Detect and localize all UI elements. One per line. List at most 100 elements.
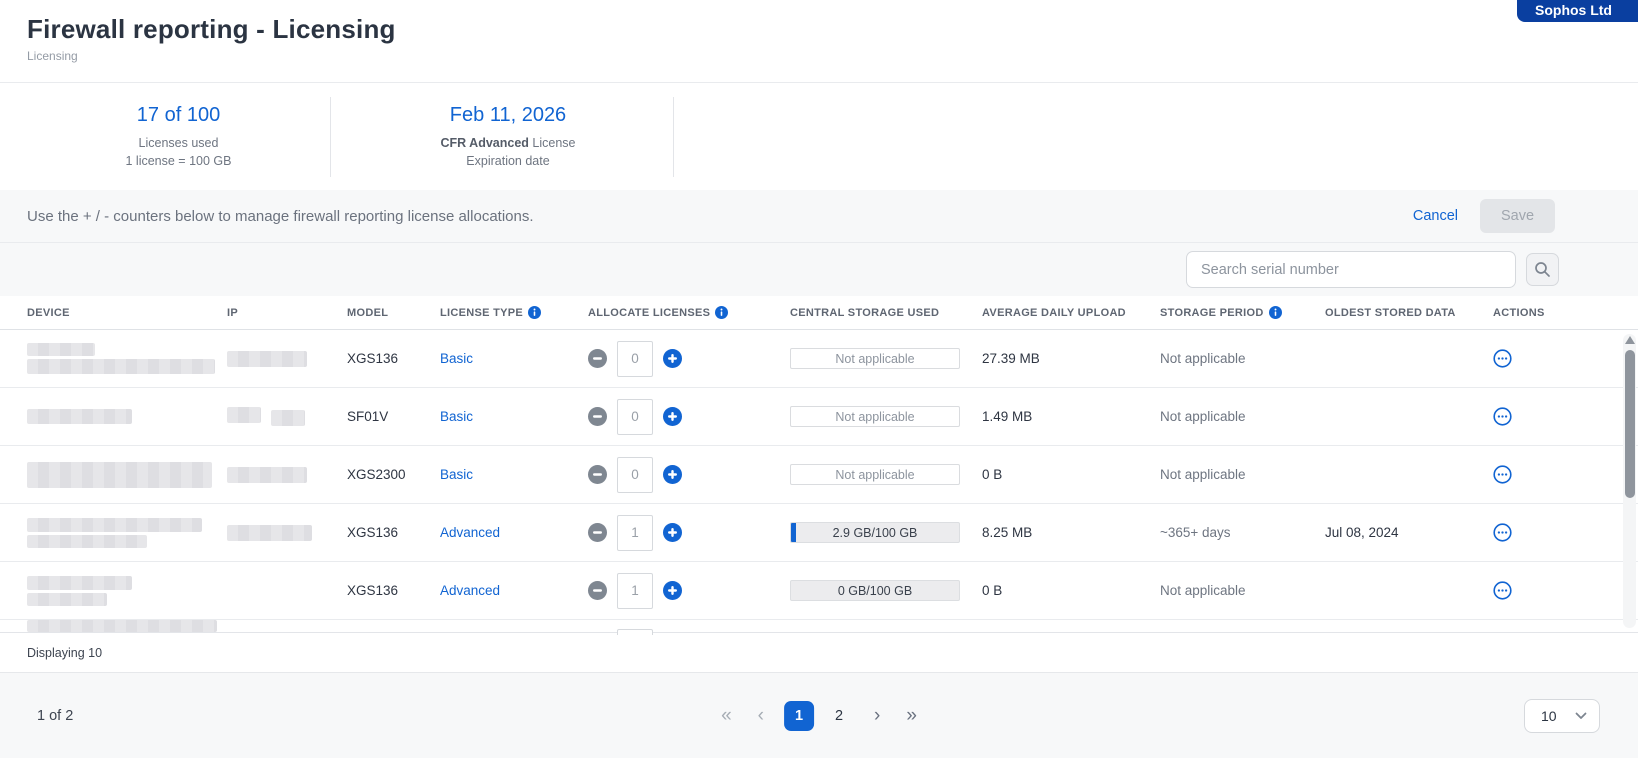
account-badge[interactable]: Sophos Ltd <box>1517 0 1638 22</box>
storage-usage-bar: 0 GB/100 GB <box>790 580 960 601</box>
displaying-count: Displaying 10 <box>27 646 102 660</box>
storage-period-cell: Not applicable <box>1160 583 1325 598</box>
search-band <box>0 243 1638 296</box>
storage-period-cell: Not applicable <box>1160 351 1325 366</box>
stat-divider <box>673 97 674 177</box>
license-table: DEVICEIPMODELLICENSE TYPEALLOCATE LICENS… <box>0 296 1638 632</box>
allocate-licenses-cell <box>588 515 790 551</box>
redacted-text <box>271 410 305 426</box>
minus-icon <box>588 407 607 426</box>
decrement-license-button[interactable] <box>588 581 607 600</box>
table-body: XGS136BasicNot applicable27.39 MBNot app… <box>0 330 1638 635</box>
increment-license-button[interactable] <box>663 465 682 484</box>
expiration-sublabel: Expiration date <box>343 152 673 170</box>
redacted-text <box>27 409 132 424</box>
redacted-text <box>27 620 217 632</box>
previous-page-button[interactable]: ‹ <box>752 705 770 727</box>
page-1-button[interactable]: 1 <box>784 701 814 731</box>
license-type-link[interactable]: Advanced <box>440 583 500 598</box>
allocate-count-input[interactable] <box>617 573 653 609</box>
model-cell: XGS136 <box>347 583 440 598</box>
row-actions-button[interactable] <box>1493 581 1512 600</box>
model-cell: XGS136 <box>347 525 440 540</box>
allocate-count-input[interactable] <box>617 457 653 493</box>
pagination-footer: 1 of 2 « ‹ 12 › » 10 <box>0 672 1638 758</box>
row-actions-button[interactable] <box>1493 349 1512 368</box>
decrement-license-button[interactable] <box>588 407 607 426</box>
minus-icon <box>588 523 607 542</box>
column-header-average-daily-upload: AVERAGE DAILY UPLOAD <box>982 307 1160 319</box>
license-type-cell: Basic <box>440 409 588 424</box>
plus-icon <box>663 581 682 600</box>
allocate-count-input[interactable] <box>617 399 653 435</box>
license-type-link[interactable]: Basic <box>440 467 473 482</box>
info-icon[interactable] <box>715 306 728 319</box>
search-input[interactable] <box>1186 251 1516 288</box>
avg-daily-upload-cell: 1.49 MB <box>982 409 1160 424</box>
table-header-row: DEVICEIPMODELLICENSE TYPEALLOCATE LICENS… <box>0 296 1638 330</box>
allocate-licenses-cell <box>588 629 790 635</box>
avg-daily-upload-cell: 8.25 MB <box>982 525 1160 540</box>
allocate-licenses-cell <box>588 341 790 377</box>
column-label: OLDEST STORED DATA <box>1325 307 1456 319</box>
page-2-button[interactable]: 2 <box>824 701 854 731</box>
increment-license-button[interactable] <box>663 407 682 426</box>
row-actions-dots-icon <box>1493 465 1512 484</box>
info-icon[interactable] <box>528 306 541 319</box>
info-icon[interactable] <box>1269 306 1282 319</box>
device-cell <box>27 409 227 424</box>
avg-daily-upload-cell: 27.39 MB <box>982 351 1160 366</box>
model-cell: XGS2300 <box>347 467 440 482</box>
scrollbar-up-arrow-icon[interactable] <box>1625 336 1635 344</box>
page-numbers: 12 <box>784 701 854 731</box>
increment-license-button[interactable] <box>663 349 682 368</box>
oldest-stored-data-cell: Jul 08, 2024 <box>1325 525 1493 540</box>
ip-cell <box>227 467 347 483</box>
decrement-license-button[interactable] <box>588 465 607 484</box>
storage-period-cell: ~365+ days <box>1160 525 1325 540</box>
license-type-link[interactable]: Advanced <box>440 525 500 540</box>
row-actions-button[interactable] <box>1493 465 1512 484</box>
increment-license-button[interactable] <box>663 523 682 542</box>
last-page-button[interactable]: » <box>900 705 923 727</box>
decrement-license-button[interactable] <box>588 523 607 542</box>
cancel-button[interactable]: Cancel <box>1413 208 1458 224</box>
allocate-count-input[interactable] <box>617 341 653 377</box>
page-size-select[interactable]: 10 <box>1524 699 1600 733</box>
actions-cell <box>1493 581 1638 600</box>
license-type-link[interactable]: Basic <box>440 409 473 424</box>
storage-usage-label: 2.9 GB/100 GB <box>833 526 918 540</box>
redacted-text <box>27 462 212 488</box>
license-type-link[interactable]: Basic <box>440 351 473 366</box>
minus-icon <box>588 349 607 368</box>
increment-license-button[interactable] <box>663 581 682 600</box>
save-button[interactable]: Save <box>1480 199 1555 233</box>
redacted-text <box>27 343 95 356</box>
column-label: CENTRAL STORAGE USED <box>790 307 939 319</box>
scrollbar-thumb[interactable] <box>1625 350 1635 498</box>
table-row-partial <box>0 620 1638 635</box>
firewall-licensing-page: { "header": { "title": "Firewall reporti… <box>0 0 1638 758</box>
license-type-cell: Basic <box>440 351 588 366</box>
vertical-scrollbar[interactable] <box>1623 334 1636 628</box>
device-cell <box>27 462 227 488</box>
row-actions-dots-icon <box>1493 523 1512 542</box>
storage-period-cell: Not applicable <box>1160 409 1325 424</box>
stat-divider <box>330 97 331 177</box>
storage-usage-label: Not applicable <box>835 352 914 366</box>
search-button[interactable] <box>1526 253 1559 286</box>
decrement-license-button[interactable] <box>588 349 607 368</box>
row-actions-button[interactable] <box>1493 407 1512 426</box>
row-actions-button[interactable] <box>1493 523 1512 542</box>
device-cell <box>27 518 227 548</box>
column-label: STORAGE PERIOD <box>1160 307 1264 319</box>
first-page-button[interactable]: « <box>715 705 738 727</box>
redacted-text <box>27 518 202 532</box>
redacted-text <box>27 576 132 590</box>
allocate-count-input[interactable] <box>617 515 653 551</box>
column-label: MODEL <box>347 307 388 319</box>
allocate-count-input[interactable] <box>617 629 653 635</box>
allocate-licenses-cell <box>588 399 790 435</box>
next-page-button[interactable]: › <box>868 705 886 727</box>
storage-period-cell: Not applicable <box>1160 467 1325 482</box>
